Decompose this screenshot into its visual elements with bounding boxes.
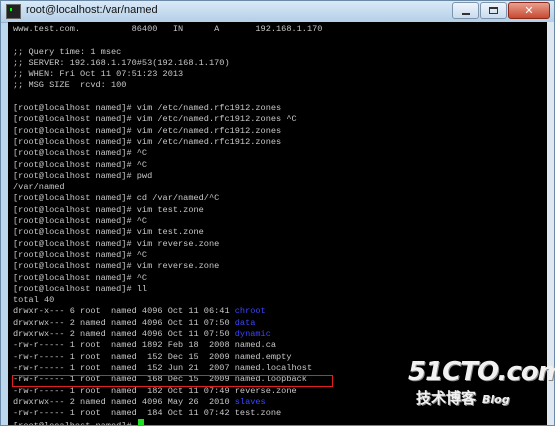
prompt: [root@localhost named]# xyxy=(13,421,137,425)
terminal-scrollbar[interactable] xyxy=(547,22,554,425)
listing-row: drwxr-x--- 6 root named 4096 Oct 11 06:4… xyxy=(13,306,322,317)
listing-file-name: test.zone xyxy=(234,408,282,419)
listing-perm: drwxrwx--- 2 named named 4096 Oct 11 07:… xyxy=(13,329,235,340)
listing-perm: -rw-r----- 1 root named 152 Jun 21 2007 xyxy=(13,362,235,373)
terminal-output[interactable]: www.test.com. 86400 IN A 192.168.1.170;;… xyxy=(8,22,547,425)
listing-perm: -rw-r----- 1 root named 152 Dec 15 2009 xyxy=(13,351,235,362)
terminal-line: ;; Query time: 1 msec xyxy=(13,46,122,57)
terminal-line: [root@localhost named]# ^C xyxy=(13,159,148,170)
close-button[interactable]: ✕ xyxy=(508,2,550,19)
listing-row: -rw-r----- 1 root named 1892 Feb 18 2008… xyxy=(13,340,322,351)
listing-dir-name: data xyxy=(234,317,256,328)
cursor-icon[interactable] xyxy=(137,419,144,425)
listing-row: -rw-r----- 1 root named 182 Oct 11 07:49… xyxy=(13,386,322,397)
terminal-line: [root@localhost named]# ll xyxy=(13,283,148,294)
terminal-line: /var/named xyxy=(13,182,65,193)
listing-file-name: named.empty xyxy=(234,351,292,362)
listing-dir-name: chroot xyxy=(234,306,266,317)
minimize-icon xyxy=(461,12,470,15)
reverse-zone-highlight-box xyxy=(12,375,333,387)
terminal-lines: www.test.com. 86400 IN A 192.168.1.170;;… xyxy=(13,24,322,425)
listing-row: drwxrwx--- 2 named named 4096 Oct 11 07:… xyxy=(13,318,322,329)
terminal-line: [root@localhost named]# ^C xyxy=(13,272,148,283)
terminal-line: [root@localhost named]# vim /etc/named.r… xyxy=(13,125,282,136)
listing-file-name: reverse.zone xyxy=(234,385,297,396)
terminal-line: [root@localhost named]# ^C xyxy=(13,148,148,159)
listing-dir-name: slaves xyxy=(234,396,266,407)
terminal-line: [root@localhost named]# vim /etc/named.r… xyxy=(13,136,282,147)
terminal-line: total 40 xyxy=(13,295,55,306)
listing-perm: -rw-r----- 1 root named 182 Oct 11 07:49 xyxy=(13,385,235,396)
terminal-line: [root@localhost named]# vim test.zone xyxy=(13,227,204,238)
listing-row: -rw-r----- 1 root named 152 Dec 15 2009 … xyxy=(13,352,322,363)
terminal-line: [root@localhost named]# vim test.zone xyxy=(13,204,204,215)
terminal-line: [root@localhost named]# ^C xyxy=(13,216,148,227)
window-controls: ✕ xyxy=(452,2,550,20)
terminal-window: root@localhost:/var/named ✕ www.test.com… xyxy=(0,0,555,426)
maximize-button[interactable] xyxy=(480,2,507,19)
terminal-line: [root@localhost named]# vim /etc/named.r… xyxy=(13,114,297,125)
terminal-line: [root@localhost named]# cd /var/named/^C xyxy=(13,193,220,204)
listing-row: -rw-r----- 1 root named 152 Jun 21 2007 … xyxy=(13,363,322,374)
listing-perm: drwxrwx--- 2 named named 4096 Oct 11 07:… xyxy=(13,317,235,328)
prompt-line: [root@localhost named]# xyxy=(13,419,322,425)
listing-row: -rw-r----- 1 root named 184 Oct 11 07:42… xyxy=(13,408,322,419)
maximize-icon xyxy=(489,7,498,14)
terminal-app-icon xyxy=(6,4,21,19)
terminal-line: www.test.com. 86400 IN A 192.168.1.170 xyxy=(13,24,323,34)
listing-file-name: named.ca xyxy=(234,340,277,351)
terminal-line: ;; WHEN: Fri Oct 11 07:51:23 2013 xyxy=(13,69,184,80)
listing-file-name: named.localhost xyxy=(234,362,313,373)
terminal-line: [root@localhost named]# ^C xyxy=(13,249,148,260)
terminal-line: [root@localhost named]# vim reverse.zone xyxy=(13,261,220,272)
minimize-button[interactable] xyxy=(452,2,479,19)
listing-dir-name: dynamic xyxy=(234,329,271,340)
close-icon: ✕ xyxy=(524,4,534,17)
listing-perm: -rw-r----- 1 root named 184 Oct 11 07:42 xyxy=(13,408,235,419)
terminal-line: ;; SERVER: 192.168.1.170#53(192.168.1.17… xyxy=(13,57,230,68)
terminal-line: [root@localhost named]# vim reverse.zone xyxy=(13,238,220,249)
terminal-line: ;; MSG SIZE rcvd: 100 xyxy=(13,80,127,91)
listing-perm: drwxr-x--- 6 root named 4096 Oct 11 06:4… xyxy=(13,306,235,317)
terminal-line: [root@localhost named]# vim /etc/named.r… xyxy=(13,103,282,114)
title-bar[interactable]: root@localhost:/var/named ✕ xyxy=(1,1,554,23)
listing-row: drwxrwx--- 2 named named 4096 Oct 11 07:… xyxy=(13,329,322,340)
listing-perm: drwxrwx--- 2 named named 4096 May 26 201… xyxy=(13,396,235,407)
window-title: root@localhost:/var/named xyxy=(26,4,158,16)
listing-perm: -rw-r----- 1 root named 1892 Feb 18 2008 xyxy=(13,340,235,351)
terminal-line: [root@localhost named]# pwd xyxy=(13,170,153,181)
listing-row: drwxrwx--- 2 named named 4096 May 26 201… xyxy=(13,397,322,408)
